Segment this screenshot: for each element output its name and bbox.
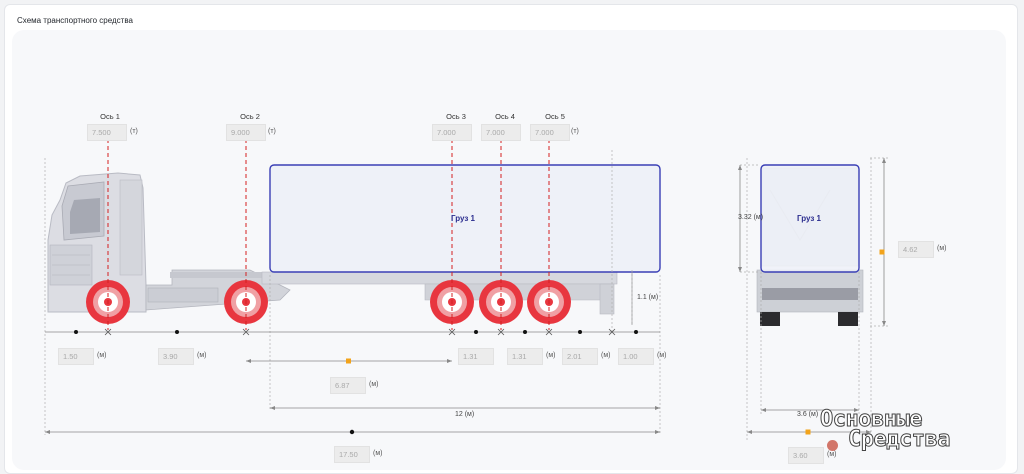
axle-spacing-dimension-line [45, 328, 660, 336]
watermark-line-2: Средства [848, 427, 951, 452]
axle-2-label: Ось 2 [240, 112, 260, 121]
rear-total-width-input[interactable]: 3.60 [788, 447, 824, 464]
kingpin-dimension-line [246, 358, 452, 364]
axle-1-load-input[interactable]: 7.500 [87, 124, 127, 141]
total-length-input[interactable]: 17.50 [334, 446, 370, 463]
dim-4-unit: (м) [546, 352, 556, 359]
dim-5-input[interactable]: 2.01 [562, 348, 598, 365]
cargo-length-dimension-line [270, 406, 660, 410]
total-length-unit: (м) [373, 450, 383, 457]
vehicle-diagram [44, 125, 890, 440]
dim-1-unit: (м) [97, 352, 107, 359]
axle-1-load-unit: (т) [130, 128, 138, 135]
axle-1-label: Ось 1 [100, 112, 120, 121]
rear-total-height-unit: (м) [937, 245, 947, 252]
axle-2-load-unit: (т) [268, 128, 276, 135]
axle-5-load-input[interactable]: 7.000 [530, 124, 570, 141]
dim-6-unit: (м) [657, 352, 667, 359]
rear-total-height-line [879, 158, 886, 326]
dim-1-input[interactable]: 1.50 [58, 348, 94, 365]
axle-2-load-input[interactable]: 9.000 [226, 124, 266, 141]
dim-2-unit: (м) [197, 352, 207, 359]
watermark-dot-icon [827, 440, 838, 451]
dim-3-input[interactable]: 1.31 [458, 348, 494, 365]
floor-height-text: 1.1 (м) [637, 294, 659, 301]
cargo-length-text: 12 (м) [455, 411, 475, 418]
dim-5-unit: (м) [601, 352, 611, 359]
rear-cargo-height-text: 3.32 (м) [738, 214, 764, 221]
dim-2-input[interactable]: 3.90 [158, 348, 194, 365]
axle-5-label: Ось 5 [545, 112, 565, 121]
dim-4-input[interactable]: 1.31 [507, 348, 543, 365]
rear-total-width-unit: (м) [827, 451, 837, 458]
kingpin-distance-unit: (м) [369, 381, 379, 388]
rear-cargo-width-text: 3.6 (м) [797, 411, 819, 418]
kingpin-distance-input[interactable]: 6.87 [330, 377, 366, 394]
axle-5-load-unit: (т) [571, 128, 579, 135]
axle-3-load-input[interactable]: 7.000 [432, 124, 472, 141]
cargo-rear-label: Груз 1 [797, 214, 822, 223]
dim-6-input[interactable]: 1.00 [618, 348, 654, 365]
axle-4-load-input[interactable]: 7.000 [481, 124, 521, 141]
rear-total-height-input[interactable]: 4.62 [898, 241, 934, 258]
cargo-side-label: Груз 1 [451, 214, 476, 223]
total-length-dimension-line [45, 429, 660, 435]
axle-4-label: Ось 4 [495, 112, 515, 121]
axle-3-label: Ось 3 [446, 112, 466, 121]
